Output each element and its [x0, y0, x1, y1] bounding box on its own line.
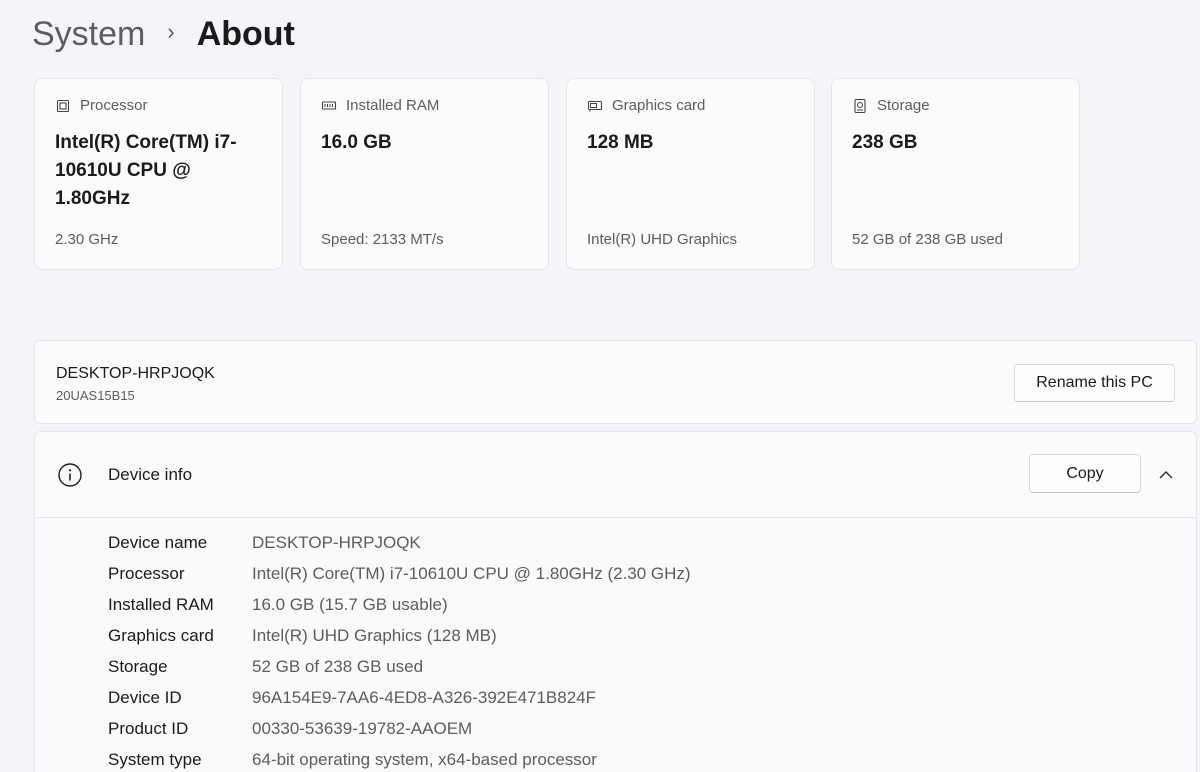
spec-value: Intel(R) Core(TM) i7-10610U CPU @ 1.80GH…	[252, 564, 691, 583]
spec-label: System type	[108, 750, 202, 769]
spec-label: Device ID	[108, 688, 182, 707]
pc-model: 20UAS15B15	[56, 388, 135, 403]
about-page: System › About Processor Intel(R) Core(T…	[0, 0, 1200, 772]
spec-value: 00330-53639-19782-AAOEM	[252, 719, 473, 738]
spec-label: Product ID	[108, 719, 189, 738]
spec-label: Graphics card	[108, 626, 214, 645]
card-header: Storage	[852, 97, 930, 114]
list-item: Device ID 96A154E9-7AA6-4ED8-A326-392E47…	[108, 687, 691, 718]
storage-card: Storage 238 GB 52 GB of 238 GB used	[831, 78, 1080, 270]
card-header: Installed RAM	[321, 97, 439, 114]
device-spec-list: Device name DESKTOP-HRPJOQK Processor In…	[108, 532, 691, 772]
spec-value: Intel(R) UHD Graphics (128 MB)	[252, 626, 497, 645]
card-value: Intel(R) Core(TM) i7-10610U CPU @ 1.80GH…	[55, 132, 237, 209]
card-subtext: Intel(R) UHD Graphics	[587, 231, 738, 248]
spec-label: Installed RAM	[108, 595, 214, 614]
graphics-card-icon	[587, 98, 603, 114]
card-subtext: 2.30 GHz	[55, 231, 119, 248]
page-title: About	[196, 15, 295, 53]
spec-label: Storage	[108, 657, 168, 676]
list-item: System type 64-bit operating system, x64…	[108, 749, 691, 772]
spec-label: Processor	[108, 564, 185, 583]
list-item: Installed RAM 16.0 GB (15.7 GB usable)	[108, 594, 691, 625]
card-subtext: Speed: 2133 MT/s	[321, 231, 444, 248]
spec-value: 96A154E9-7AA6-4ED8-A326-392E471B824F	[252, 688, 597, 707]
chevron-up-icon[interactable]	[1156, 465, 1176, 485]
card-title: Storage	[877, 97, 930, 114]
card-value: 128 MB	[587, 132, 654, 153]
chevron-right-icon: ›	[167, 19, 175, 44]
breadcrumb-system[interactable]: System	[32, 12, 145, 56]
pc-name-panel: DESKTOP-HRPJOQK 20UAS15B15 Rename this P…	[34, 340, 1197, 424]
list-item: Storage 52 GB of 238 GB used	[108, 656, 691, 687]
device-info-title: Device info	[108, 465, 193, 484]
card-header: Graphics card	[587, 97, 705, 114]
processor-card: Processor Intel(R) Core(TM) i7-10610U CP…	[34, 78, 283, 270]
info-icon	[57, 462, 83, 488]
spec-value: 52 GB of 238 GB used	[252, 657, 424, 676]
card-title: Installed RAM	[346, 97, 440, 114]
card-value: 238 GB	[852, 132, 918, 153]
spec-value: 16.0 GB (15.7 GB usable)	[252, 595, 448, 614]
ram-icon	[321, 98, 337, 114]
spec-value: DESKTOP-HRPJOQK	[252, 533, 421, 552]
rename-pc-button[interactable]: Rename this PC	[1014, 364, 1175, 402]
list-item: Graphics card Intel(R) UHD Graphics (128…	[108, 625, 691, 656]
copy-button[interactable]: Copy	[1029, 454, 1141, 493]
device-info-header[interactable]: Device info Copy	[35, 432, 1196, 518]
device-info-panel: Device info Copy Device name DESKTOP-HRP…	[34, 431, 1197, 772]
pc-name: DESKTOP-HRPJOQK	[56, 365, 215, 382]
list-item: Processor Intel(R) Core(TM) i7-10610U CP…	[108, 563, 691, 594]
breadcrumb: System › About	[32, 12, 295, 56]
graphics-card-card: Graphics card 128 MB Intel(R) UHD Graphi…	[566, 78, 815, 270]
card-title: Graphics card	[612, 97, 706, 114]
card-header: Processor	[55, 97, 148, 114]
storage-icon	[852, 98, 868, 114]
spec-value: 64-bit operating system, x64-based proce…	[252, 750, 597, 769]
card-value: 16.0 GB	[321, 132, 392, 153]
processor-icon	[55, 98, 71, 114]
card-subtext: 52 GB of 238 GB used	[852, 231, 1003, 248]
card-title: Processor	[80, 97, 148, 114]
list-item: Product ID 00330-53639-19782-AAOEM	[108, 718, 691, 749]
spec-label: Device name	[108, 533, 208, 552]
list-item: Device name DESKTOP-HRPJOQK	[108, 532, 691, 563]
ram-card: Installed RAM 16.0 GB Speed: 2133 MT/s	[300, 78, 549, 270]
